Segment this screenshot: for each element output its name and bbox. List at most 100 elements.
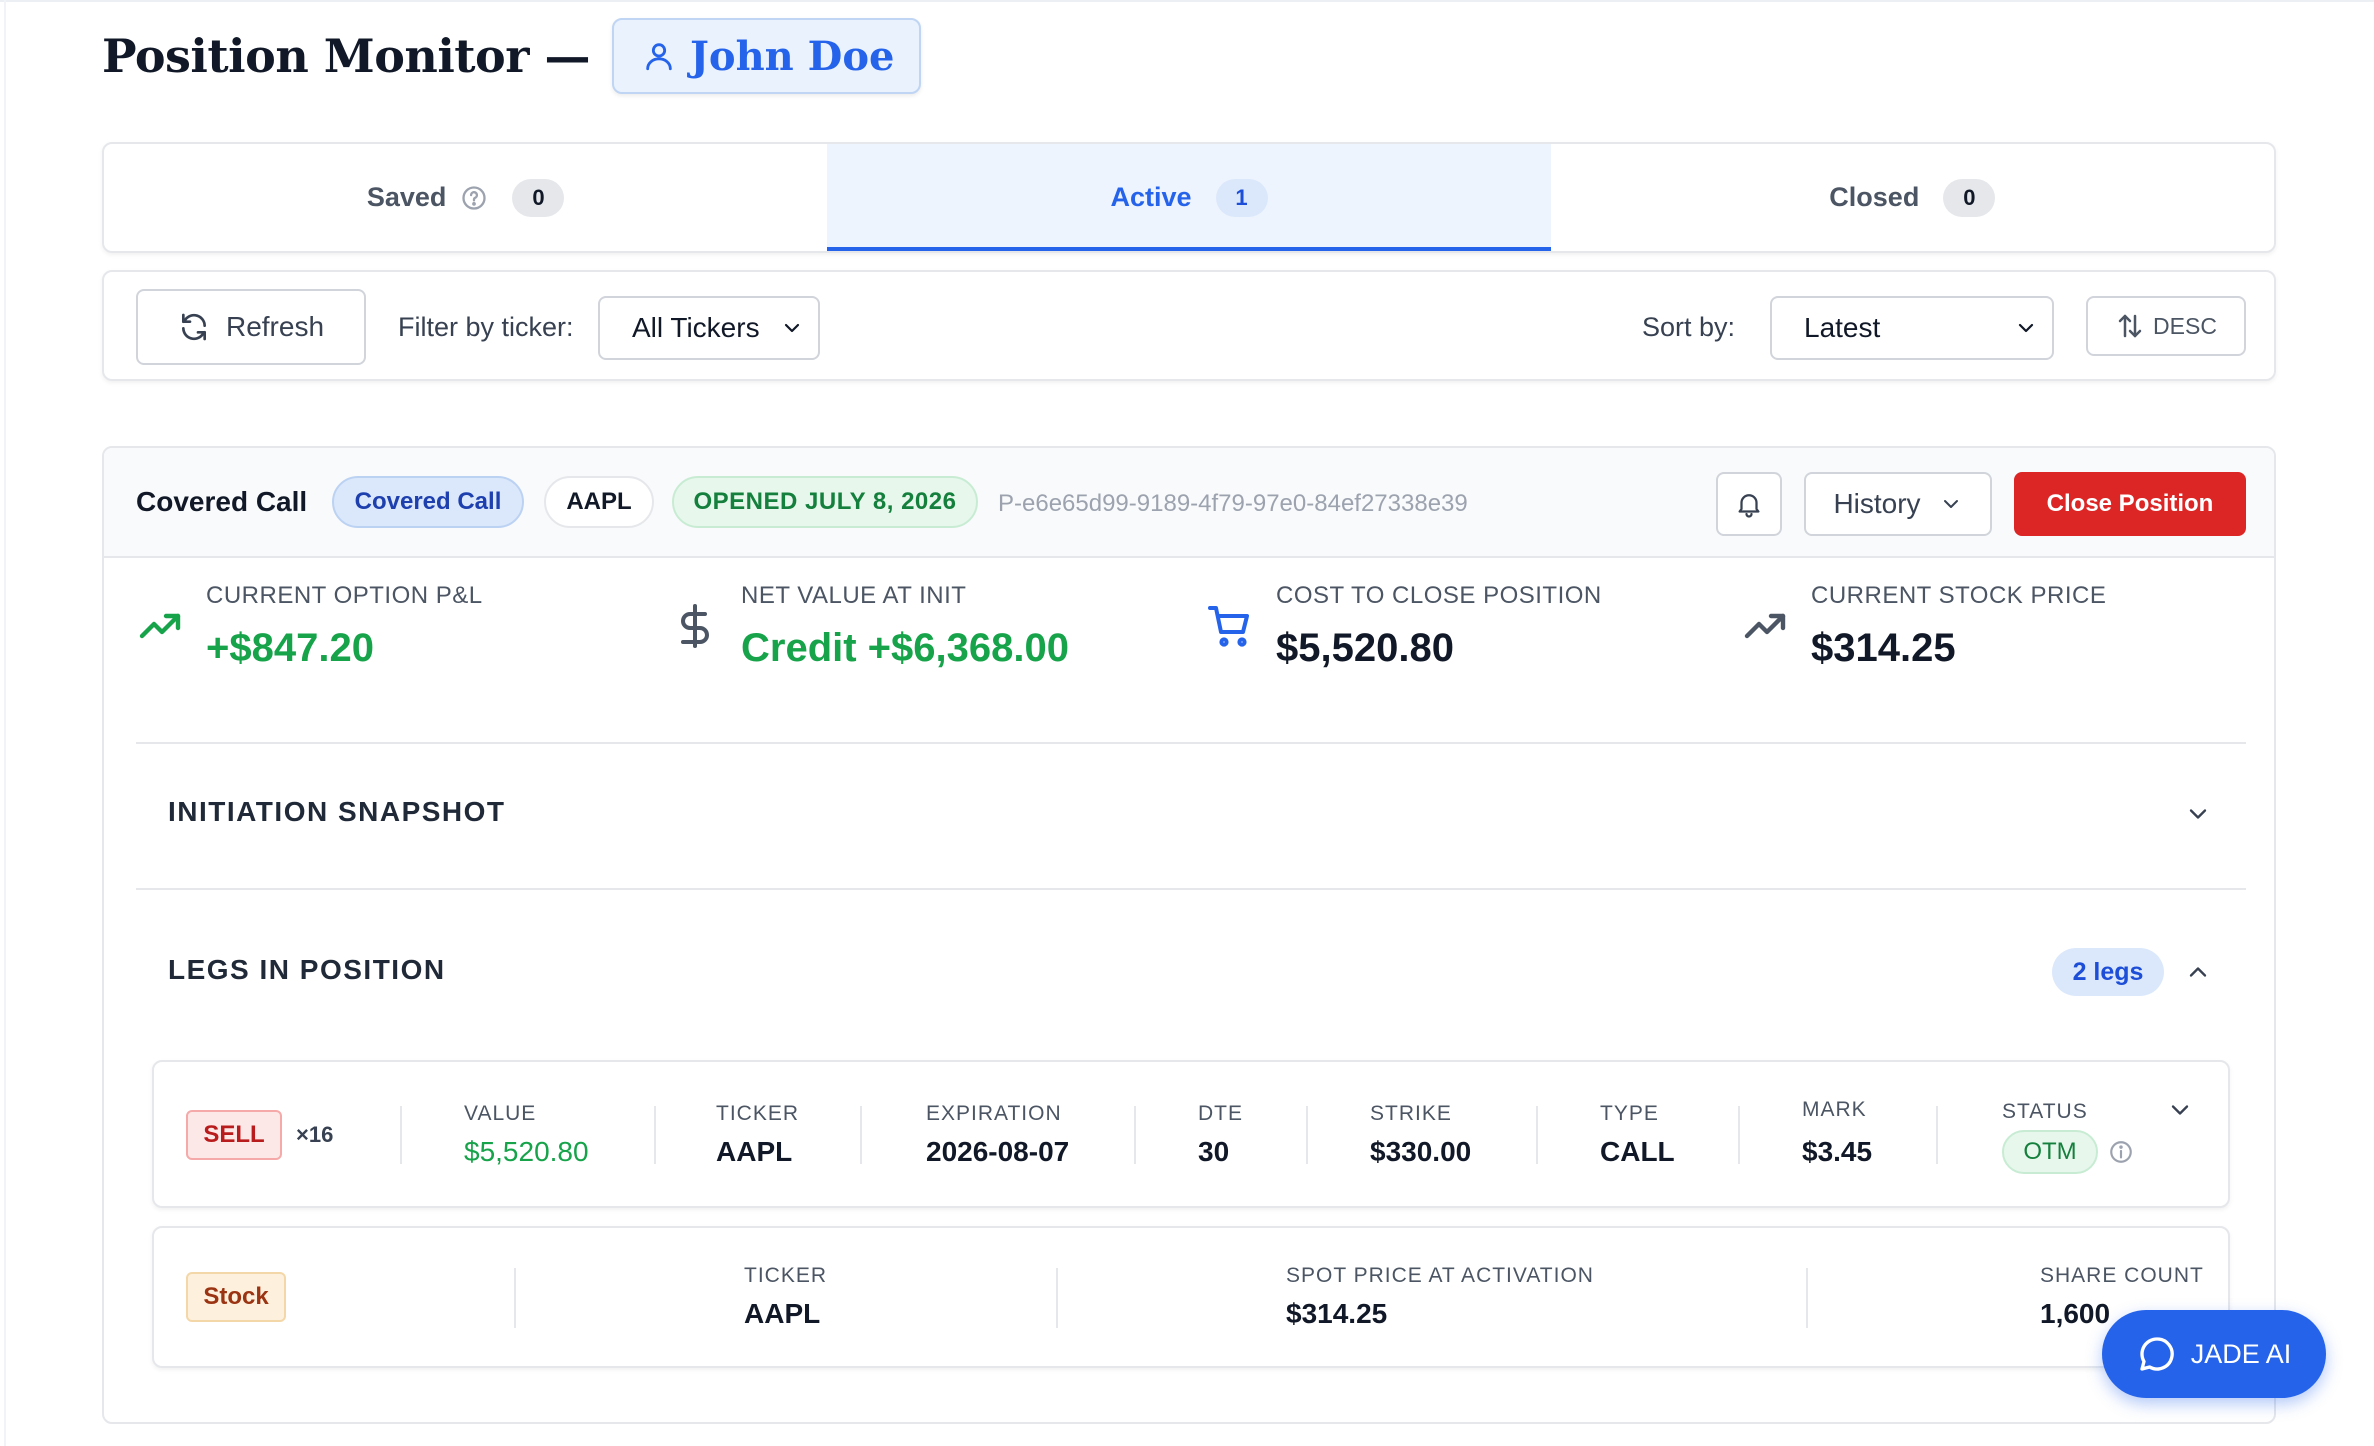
user-name: John Doe xyxy=(689,32,895,80)
tab-label: Active xyxy=(1110,182,1192,212)
metric-value: Credit +$6,368.00 xyxy=(741,626,1069,670)
sort-value: Latest xyxy=(1804,312,1881,343)
ticker-badge: AAPL xyxy=(544,476,654,528)
spot-price-field: SPOT PRICE AT ACTIVATION $314.25 xyxy=(1286,1264,1594,1330)
field-label: SPOT PRICE AT ACTIVATION xyxy=(1286,1264,1594,1287)
field-value: $314.25 xyxy=(1286,1298,1388,1329)
user-chip[interactable]: John Doe xyxy=(611,18,921,94)
field-label: SHARE COUNT xyxy=(2040,1264,2204,1287)
info-icon[interactable] xyxy=(2108,1139,2134,1165)
column-divider xyxy=(1738,1106,1740,1164)
jade-ai-label: JADE AI xyxy=(2190,1338,2292,1369)
history-label: History xyxy=(1833,488,1921,519)
side-badge: SELL xyxy=(186,1110,282,1160)
field-label: STRIKE xyxy=(1370,1102,1452,1125)
user-icon xyxy=(646,43,672,71)
page-header: Position Monitor — John Doe xyxy=(102,18,921,94)
field-value: $3.45 xyxy=(1802,1136,1873,1167)
legs-section-header[interactable]: LEGS IN POSITION xyxy=(168,954,446,986)
leg-status-field: STATUS OTM xyxy=(2002,1100,2134,1174)
ticker-filter-select[interactable]: All Tickers xyxy=(598,296,820,360)
metric-label: CURRENT OPTION P&L xyxy=(206,582,483,609)
chevron-down-icon xyxy=(1943,500,1958,508)
filter-label: Filter by ticker: xyxy=(398,312,574,342)
strategy-badge: Covered Call xyxy=(332,476,524,528)
leg-value-field: VALUE $5,520.80 xyxy=(464,1102,589,1168)
option-leg-row[interactable]: SELL ×16 VALUE $5,520.80 TICKER AAPL EXP… xyxy=(152,1060,2230,1208)
page-top-border xyxy=(0,0,2374,2)
column-divider xyxy=(1306,1106,1308,1164)
column-divider xyxy=(1936,1106,1938,1164)
leg-quantity: ×16 xyxy=(296,1122,334,1147)
filter-toolbar: Refresh Filter by ticker: All Tickers So… xyxy=(102,270,2276,381)
dollar-icon xyxy=(681,604,709,648)
leg-mark-field: MARK $3.45 xyxy=(1802,1098,1872,1168)
refresh-icon xyxy=(181,313,206,341)
leg-expiration-field: EXPIRATION 2026-08-07 xyxy=(926,1102,1069,1168)
close-position-label: Close Position xyxy=(2046,490,2214,517)
alert-button[interactable] xyxy=(1716,472,1782,536)
column-divider xyxy=(1134,1106,1136,1164)
help-icon[interactable] xyxy=(460,184,488,212)
field-label: TICKER xyxy=(744,1264,828,1287)
trending-up-icon xyxy=(139,613,181,639)
tab-saved[interactable]: Saved 0 xyxy=(104,144,827,251)
sort-order-button[interactable]: DESC xyxy=(2086,296,2246,356)
leg-strike-field: STRIKE $330.00 xyxy=(1370,1102,1471,1168)
column-divider xyxy=(860,1106,862,1164)
tab-closed[interactable]: Closed 0 xyxy=(1551,144,2274,251)
chevron-down-icon[interactable] xyxy=(2166,1096,2194,1124)
leg-dte-field: DTE 30 xyxy=(1198,1102,1243,1168)
sort-label: Sort by: xyxy=(1642,312,1736,342)
bell-icon xyxy=(1738,494,1760,518)
opened-date-badge: OPENED JULY 8, 2026 xyxy=(672,476,978,528)
metric-label: NET VALUE AT INIT xyxy=(741,582,967,609)
section-divider xyxy=(136,888,2246,890)
legs-count-badge: 2 legs xyxy=(2052,948,2164,996)
close-position-button[interactable]: Close Position xyxy=(2014,472,2246,536)
strategy-name: Covered Call xyxy=(136,486,308,517)
chevron-down-icon xyxy=(784,323,800,333)
page-left-border xyxy=(4,0,6,1446)
field-value: CALL xyxy=(1600,1136,1675,1167)
stock-ticker-field: TICKER AAPL xyxy=(744,1264,827,1330)
field-label: VALUE xyxy=(464,1102,537,1125)
initiation-snapshot-header[interactable]: INITIATION SNAPSHOT xyxy=(168,796,506,828)
field-value: AAPL xyxy=(744,1298,821,1329)
field-label: TICKER xyxy=(716,1102,800,1125)
field-label: STATUS xyxy=(2002,1100,2088,1123)
column-divider xyxy=(400,1106,402,1164)
leg-ticker-field: TICKER AAPL xyxy=(716,1102,799,1168)
chevron-down-icon[interactable] xyxy=(2184,800,2212,828)
tab-count: 0 xyxy=(512,178,565,217)
metric-value: $314.25 xyxy=(1811,626,1956,670)
tab-label: Saved xyxy=(366,182,447,212)
column-divider xyxy=(1056,1268,1058,1328)
refresh-button[interactable]: Refresh xyxy=(136,289,366,365)
status-badge: OTM xyxy=(2002,1130,2098,1174)
chevron-down-icon xyxy=(2018,323,2034,333)
page-title: Position Monitor — xyxy=(102,29,590,83)
ticker-filter-value: All Tickers xyxy=(632,312,760,343)
cart-icon xyxy=(1208,606,1249,647)
position-card-header: Covered Call Covered Call AAPL OPENED JU… xyxy=(104,448,2274,558)
metric-value: $5,520.80 xyxy=(1276,626,1454,670)
metric-label: COST TO CLOSE POSITION xyxy=(1276,582,1602,609)
tab-active[interactable]: Active 1 xyxy=(827,144,1551,251)
sort-order-label: DESC xyxy=(2153,312,2217,339)
field-label: TYPE xyxy=(1600,1102,1659,1125)
jade-ai-button[interactable]: JADE AI xyxy=(2102,1310,2326,1398)
trending-up-icon xyxy=(1744,613,1786,639)
section-divider xyxy=(136,742,2246,744)
field-value: $330.00 xyxy=(1370,1136,1472,1167)
refresh-label: Refresh xyxy=(225,311,325,342)
history-dropdown[interactable]: History xyxy=(1804,472,1992,536)
stock-badge: Stock xyxy=(186,1272,286,1322)
tab-label: Closed xyxy=(1829,182,1920,212)
chevron-up-icon[interactable] xyxy=(2184,958,2212,986)
tab-count: 0 xyxy=(1943,178,1996,217)
column-divider xyxy=(1536,1106,1538,1164)
field-label: MARK xyxy=(1802,1098,1867,1121)
column-divider xyxy=(514,1268,516,1328)
sort-select[interactable]: Latest xyxy=(1770,296,2054,360)
